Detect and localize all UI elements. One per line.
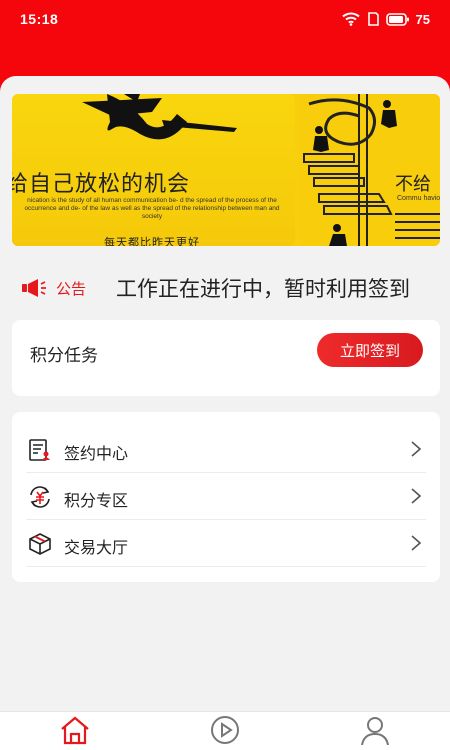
chevron-right-icon [411,488,422,504]
banner-slide[interactable]: 给自己放松的机会 nication is the study of all hu… [12,94,295,246]
battery-icon [385,12,409,26]
divider [26,566,426,567]
sim-icon [367,12,379,26]
sign-in-button[interactable]: 立即签到 [317,333,423,367]
menu-item-label: 交易大厅 [64,540,129,557]
wifi-icon [341,12,360,26]
chevron-right-icon [411,535,422,551]
chevron-right-icon [411,441,422,457]
points-task-title: 积分任务 [30,346,98,365]
bottom-tab-bar: 首页 视频 我的 [0,711,450,750]
banner-body-text: nication is the study of all human commu… [24,197,280,220]
notice-text: 工作正在进行中，暂时利用签到 [116,278,410,301]
banner-slide[interactable]: 不给 Commu havior an velopme [299,94,440,246]
status-time: 15:18 [20,11,59,27]
points-icon [30,486,50,508]
banner-slogan: 给自己放松的机会 [12,171,191,196]
app-screen: 15:18 75 给自己放松的机会 nication is the study … [0,0,450,750]
user-icon [361,717,389,745]
menu-list: 签约中心 积分专区 交易大厅 [12,412,440,582]
home-icon [61,716,89,745]
status-bar: 15:18 75 [0,0,450,38]
status-icons: 75 [341,11,430,27]
tab-video[interactable]: 视频 [195,715,255,750]
banner-subtitle: 每天都比昨天更好 [104,237,200,246]
calligraphy-art [82,94,237,140]
contract-icon [29,439,50,461]
notice-bar[interactable]: 公告 工作正在进行中，暂时利用签到 [0,268,450,308]
play-icon [211,716,239,744]
notice-label: 公告 [56,281,87,298]
menu-item-label: 积分专区 [64,493,129,510]
tab-profile[interactable]: 我的 [345,715,405,750]
menu-item-trading-hall[interactable]: 交易大厅 [12,520,440,567]
menu-item-contract-center[interactable]: 签约中心 [12,426,440,473]
banner-slogan: 不给 [395,174,431,194]
battery-level: 75 [415,11,430,27]
banner-body-text: Commu havior an velopme [397,195,440,202]
box-icon [29,533,51,555]
tab-home[interactable]: 首页 [45,715,105,750]
menu-item-points-zone[interactable]: 积分专区 [12,473,440,520]
megaphone-icon [22,279,46,297]
points-task-card: 积分任务 立即签到 [12,320,440,396]
menu-item-label: 签约中心 [64,446,129,463]
banner-carousel[interactable]: 给自己放松的机会 nication is the study of all hu… [12,94,440,246]
